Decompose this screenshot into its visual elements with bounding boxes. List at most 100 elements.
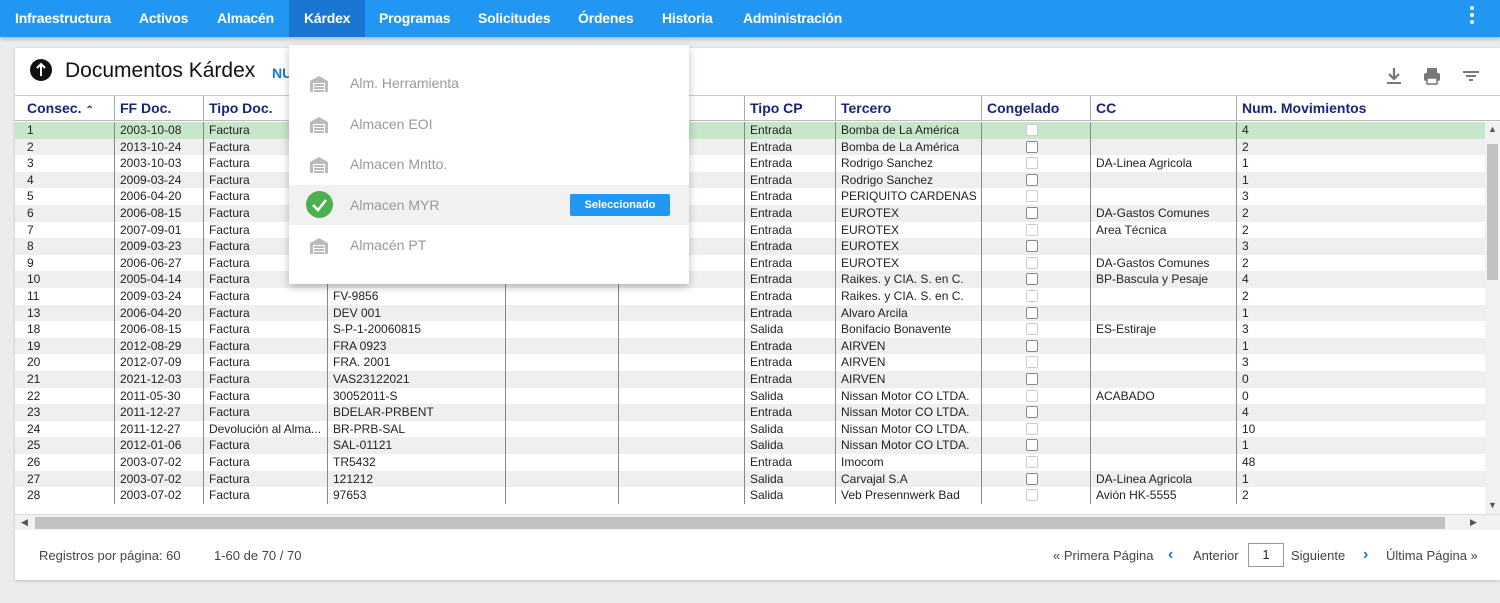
kebab-menu-icon[interactable] — [1462, 5, 1482, 31]
prev-page-button[interactable]: Anterior — [1193, 548, 1239, 563]
vertical-scroll-thumb[interactable] — [1487, 144, 1498, 280]
col-num-movimientos[interactable]: Num. Movimientos — [1237, 96, 1485, 121]
congelado-checkbox[interactable] — [1026, 456, 1038, 468]
page-number-input[interactable]: 1 — [1248, 543, 1284, 567]
horizontal-scrollbar[interactable]: ◀ ▶ — [15, 514, 1500, 530]
cell-mov: 4 — [1242, 405, 1249, 420]
congelado-checkbox[interactable] — [1026, 373, 1038, 385]
cell-ff: 2003-07-02 — [115, 454, 204, 471]
table-row[interactable]: 26 2003-07-02 Factura TR5432 Entrada Imocom 48 — [15, 454, 1485, 471]
congelado-checkbox[interactable] — [1026, 439, 1038, 452]
col-cc[interactable]: CC — [1091, 96, 1237, 121]
congelado-checkbox[interactable] — [1026, 389, 1038, 402]
table-row[interactable]: 28 2003-07-02 Factura 97653 Salida Veb Presen… — [15, 487, 1485, 504]
cell-tipocp: Entrada — [745, 337, 836, 355]
congelado-checkbox[interactable] — [1026, 472, 1038, 485]
table-row[interactable]: 18 2006-08-15 Factura S-P-1-20060815 Salida B… — [15, 321, 1485, 338]
warehouse-option[interactable]: Almacen MYR Seleccionado — [289, 184, 689, 225]
table-row[interactable]: 8 2009-03-23 Factura Entrada EUROTEX 3 — [15, 238, 1485, 255]
table-row[interactable]: 22 2011-05-30 Factura 30052011-S Salida Nissa… — [15, 387, 1485, 405]
nav-kardex[interactable]: Kárdex — [289, 0, 365, 37]
warehouse-icon — [309, 74, 329, 94]
nav-infraestructura[interactable]: Infraestructura — [15, 0, 111, 37]
congelado-checkbox[interactable] — [1026, 240, 1038, 253]
cell-cc — [1091, 437, 1237, 454]
cell-tipocp: Entrada — [745, 454, 836, 471]
cell-cc — [1091, 122, 1237, 139]
cell-empty — [619, 337, 745, 355]
nav-activos[interactable]: Activos — [139, 0, 188, 37]
table-row[interactable]: 2 2013-10-24 Factura Entrada Bomba de La Amé… — [15, 138, 1485, 156]
table-row[interactable]: 10 2005-04-14 Factura Entrada Raikes. y CIA.… — [15, 271, 1485, 288]
congelado-checkbox[interactable] — [1026, 306, 1038, 319]
table-row[interactable]: 23 2011-12-27 Factura BDELAR-PRBENT Entrada N… — [15, 404, 1485, 421]
congelado-checkbox[interactable] — [1026, 207, 1038, 219]
table-row[interactable]: 21 2021-12-03 Factura VAS23122021 Entrada AIR… — [15, 371, 1485, 388]
scroll-down-icon[interactable]: ▼ — [1488, 500, 1497, 510]
col-congelado[interactable]: Congelado — [982, 96, 1091, 121]
chevron-right-icon[interactable]: › — [1363, 546, 1368, 564]
table-row[interactable]: 25 2012-01-06 Factura SAL-01121 Salida Nissan… — [15, 437, 1485, 454]
table-row[interactable]: 24 2011-12-27 Devolución al Alma... BR-PRB-… — [15, 420, 1485, 438]
download-icon[interactable] — [1383, 65, 1405, 87]
congelado-checkbox[interactable] — [1026, 190, 1038, 203]
congelado-cell — [982, 454, 1091, 471]
congelado-checkbox[interactable] — [1026, 256, 1038, 269]
congelado-checkbox[interactable] — [1026, 489, 1038, 502]
warehouse-option[interactable]: Almacen Mntto. — [289, 144, 689, 184]
congelado-checkbox[interactable] — [1026, 339, 1038, 352]
first-page-button[interactable]: « Primera Página — [1053, 548, 1153, 563]
table-row[interactable]: 1 2003-10-08 Factura Entrada Bomba de La Amé… — [15, 122, 1485, 139]
col-tipo-cp[interactable]: Tipo CP — [745, 96, 836, 121]
col-ff-doc[interactable]: FF Doc. — [115, 96, 204, 121]
last-page-button[interactable]: Última Página » — [1386, 548, 1478, 563]
congelado-checkbox[interactable] — [1026, 140, 1038, 153]
nav-administracion[interactable]: Administración — [743, 0, 842, 37]
table-row[interactable]: 3 2003-10-03 Factura Entrada Rodrigo Sanchez… — [15, 155, 1485, 172]
horizontal-scroll-thumb[interactable] — [35, 517, 1445, 529]
scroll-left-icon[interactable]: ◀ — [21, 517, 28, 528]
filter-icon[interactable] — [1460, 65, 1482, 87]
congelado-checkbox[interactable] — [1026, 124, 1038, 136]
scroll-up-icon[interactable]: ▲ — [1488, 124, 1497, 134]
table-row[interactable]: 9 2006-06-27 Factura Entrada EUROTEX DA-Gasto… — [15, 254, 1485, 272]
table-row[interactable]: 11 2009-03-24 Factura FV-9856 Entrada Raikes.… — [15, 288, 1485, 305]
warehouse-option[interactable]: Almacén PT — [289, 225, 689, 265]
table-row[interactable]: 13 2006-04-20 Factura DEV 001 Entrada Alvaro … — [15, 304, 1485, 322]
nav-historia[interactable]: Historia — [662, 0, 713, 37]
scroll-right-icon[interactable]: ▶ — [1470, 517, 1477, 528]
chevron-left-icon[interactable]: ‹ — [1168, 546, 1173, 564]
congelado-checkbox[interactable] — [1026, 406, 1038, 419]
congelado-checkbox[interactable] — [1026, 356, 1038, 369]
congelado-checkbox[interactable] — [1026, 290, 1038, 302]
print-icon[interactable] — [1421, 65, 1443, 87]
congelado-checkbox[interactable] — [1026, 173, 1038, 186]
vertical-scrollbar[interactable]: ▲ ▼ — [1485, 122, 1500, 514]
table-row[interactable]: 27 2003-07-02 Factura 121212 Salida Carvajal … — [15, 470, 1485, 488]
table-row[interactable]: 20 2012-07-09 Factura FRA. 2001 Entrada AIRVE… — [15, 354, 1485, 371]
nav-programas[interactable]: Programas — [379, 0, 451, 37]
col-consec[interactable]: Consec. ⌃ — [15, 96, 115, 121]
warehouse-option[interactable]: Almacen EOI — [289, 104, 689, 144]
congelado-checkbox[interactable] — [1026, 223, 1038, 236]
congelado-checkbox[interactable] — [1026, 273, 1038, 286]
cell-empty — [506, 337, 619, 355]
warehouse-option[interactable]: Alm. Herramienta — [289, 63, 689, 103]
nav-ordenes[interactable]: Órdenes — [578, 0, 634, 37]
col-tercero[interactable]: Tercero — [836, 96, 982, 121]
table-row[interactable]: 7 2007-09-01 Factura Entrada EUROTEX Area Téc… — [15, 221, 1485, 239]
congelado-checkbox[interactable] — [1026, 422, 1038, 435]
congelado-cell — [982, 238, 1091, 255]
table-row[interactable]: 6 2006-08-15 Factura Entrada EUROTEX DA-Gasto… — [15, 205, 1485, 222]
nav-almacen[interactable]: Almacén — [217, 0, 274, 37]
cell-tipocp: Entrada — [745, 254, 836, 272]
nav-solicitudes[interactable]: Solicitudes — [478, 0, 551, 37]
table-row[interactable]: 5 2006-04-20 Factura Entrada PERIQUITO CARDE… — [15, 188, 1485, 205]
congelado-checkbox[interactable] — [1026, 323, 1038, 336]
next-page-button[interactable]: Siguiente — [1291, 548, 1345, 563]
congelado-checkbox[interactable] — [1026, 157, 1038, 170]
records-per-page[interactable]: Registros por página: 60 — [39, 548, 181, 563]
table-row[interactable]: 19 2012-08-29 Factura FRA 0923 Entrada AIRVEN… — [15, 337, 1485, 355]
table-row[interactable]: 4 2009-03-24 Factura Entrada Rodrigo Sanchez… — [15, 171, 1485, 189]
cell-tercero: AIRVEN — [836, 337, 982, 355]
